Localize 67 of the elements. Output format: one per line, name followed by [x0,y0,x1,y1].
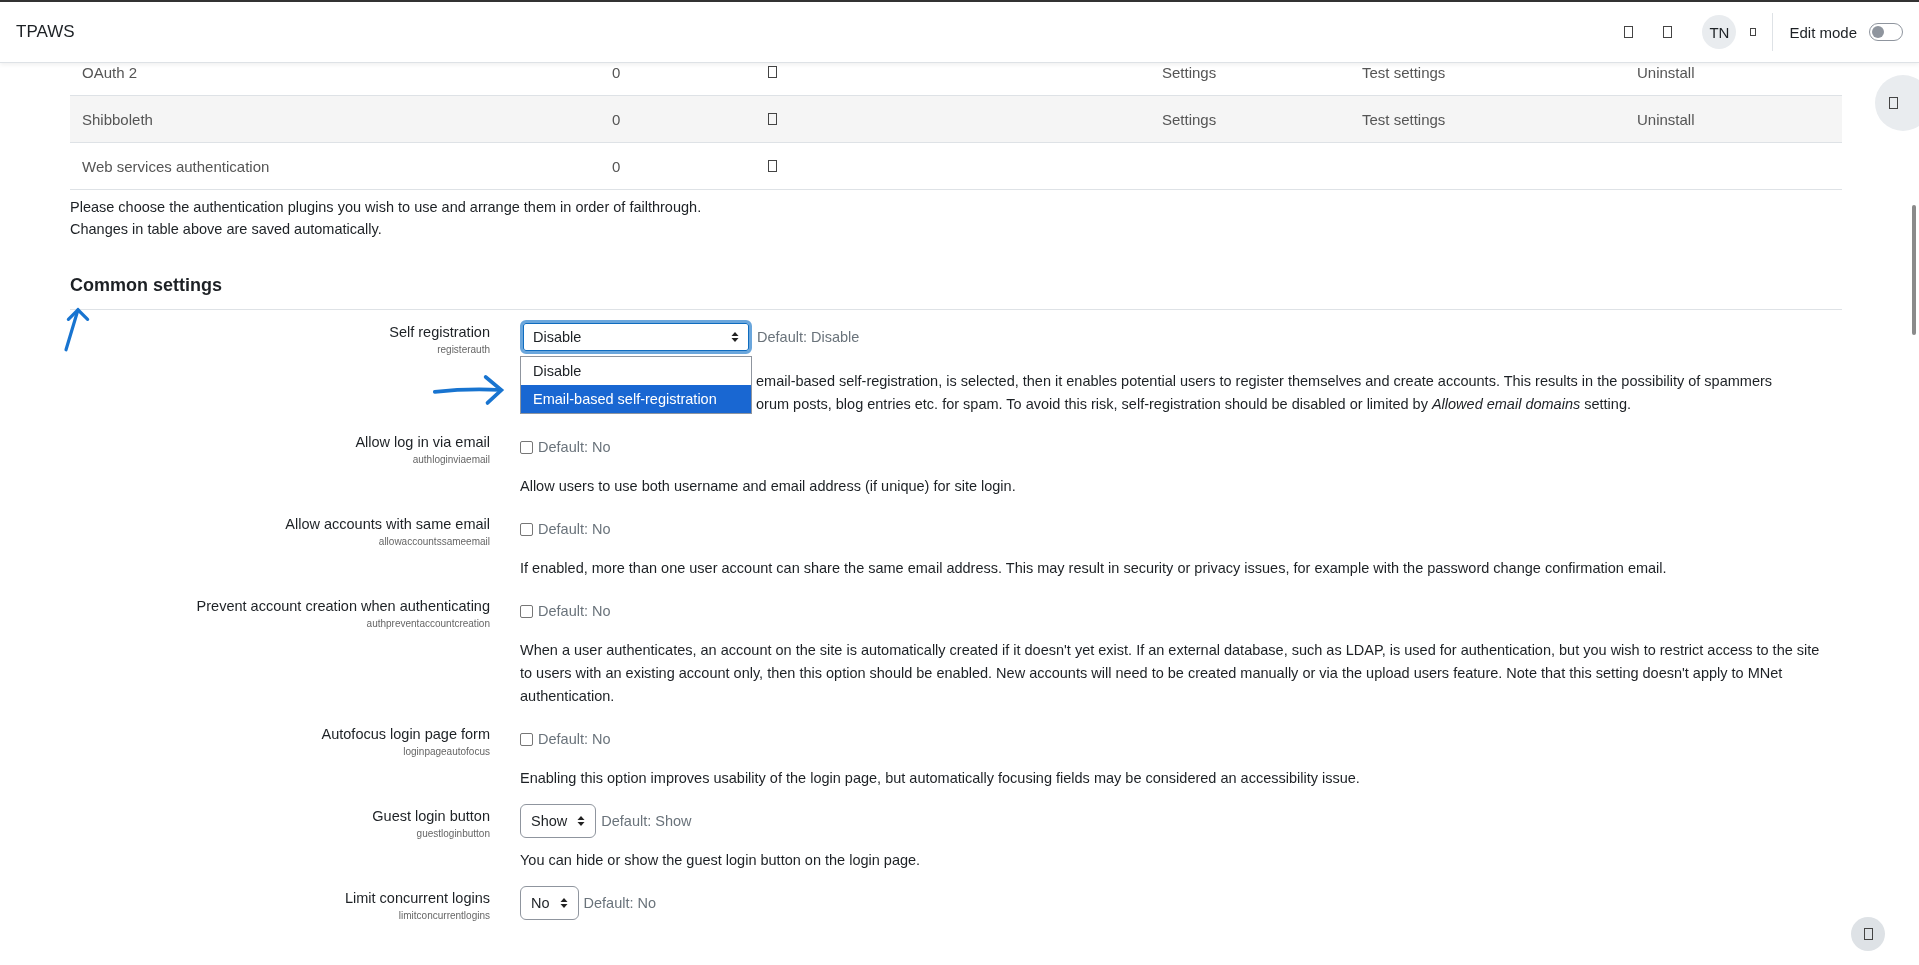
note-text: Changes in table above are saved automatically. [70,220,383,239]
table-cell-text: 0 [612,157,622,175]
settings-link[interactable]: Settings [1162,110,1217,128]
table-cell-text: Web services authentication [82,157,271,175]
test-settings-link[interactable]: Test settings [1362,110,1446,128]
setting-description: If enabled, more than one user account can share the same email address. This may result in security or privacy issues, for example with the password change confirmation email. [520,559,1668,578]
select-field[interactable]: Show [520,804,597,838]
default-value-text: Default: Disable [757,329,860,345]
user-avatar[interactable]: TN [1702,15,1737,49]
setting-description: Allow users to use both username and email address (if unique) for site login. [520,477,1017,496]
uninstall-link[interactable]: Uninstall [1637,63,1695,81]
setting-label: Allow log in via email [355,434,490,450]
edit-mode-toggle[interactable] [1869,23,1903,41]
settings-link[interactable]: Settings [1162,63,1217,81]
table-cell-text: 0 [612,63,622,81]
glyph-box-icon[interactable] [768,112,777,125]
default-value-text: Default: No [583,895,657,911]
checkbox[interactable] [520,604,533,618]
setting-key: authloginviaemail [412,454,490,465]
sort-caret-icon [577,815,586,827]
glyph-box-icon[interactable] [768,65,777,78]
table-cell-text: Shibboleth [82,110,154,128]
setting-label: Allow accounts with same email [285,516,490,532]
uninstall-link[interactable]: Uninstall [1637,110,1695,128]
setting-description: You can hide or show the guest login button on the login page. [520,851,922,870]
default-value-text: Default: No [538,439,611,455]
setting-description: When a user authenticates, an account on the site is automatically created if it doesn't yet exist. If an external database, such as LDAP, is used for authentication, but you wish to restrict access to the site to users with an existing account only, then this option should be enabled. New accounts will need to be created manually or via the upload users feature. Note that this setting doesn't apply to MNet authentication. [520,641,1821,706]
edit-mode-label: Edit mode [1789,23,1857,41]
scrollbar-thumb[interactable] [1912,205,1916,335]
glyph-box-icon[interactable] [768,159,777,172]
setting-label: Limit concurrent logins [344,890,490,906]
setting-label: Guest login button [372,808,490,824]
drawer-toggle-button[interactable] [1875,75,1919,131]
checkbox[interactable] [520,732,533,746]
section-heading: Common settings [70,275,1842,310]
setting-description: email-based self-registration, is selected, then it enables potential users to register themselves and create accounts. This results in the possibility of spammers [756,372,1774,391]
setting-description: Enabling this option improves usability of the login page, but automatically focusing fields may be considered an accessibility issue. [520,769,1361,788]
help-button[interactable] [1851,917,1885,951]
dropdown-option[interactable]: Disable [521,357,751,385]
sort-caret-icon [731,331,739,343]
default-value-text: Default: No [538,731,611,747]
select-field[interactable]: No [520,886,579,920]
glyph-box-icon[interactable] [1663,26,1673,38]
checkbox[interactable] [520,440,533,454]
default-value-text: Default: Show [601,813,692,829]
dropdown-option[interactable]: Email-based self-registration [521,385,751,413]
note-text: Please choose the authentication plugins you wish to use and arrange them in order of failthrough. [70,198,703,217]
setting-key: limitconcurrentlogins [398,910,490,921]
select-field[interactable]: Disable [520,320,752,354]
sort-caret-icon [559,897,568,909]
setting-label: Autofocus login page form [321,726,490,742]
setting-key: authpreventaccountcreation [366,618,490,629]
test-settings-link[interactable]: Test settings [1362,63,1446,81]
setting-label: Prevent account creation when authenticating [196,598,490,614]
table-cell-text: 0 [612,110,622,128]
default-value-text: Default: No [538,521,611,537]
setting-key: loginpageautofocus [403,746,490,757]
setting-key: registerauth [437,344,490,355]
glyph-box-icon[interactable] [1624,26,1634,38]
setting-label: Self registration [389,324,490,340]
checkbox[interactable] [520,522,533,536]
setting-key: guestloginbutton [416,828,490,839]
table-cell-text: OAuth 2 [82,63,139,81]
site-name[interactable]: TPAWS [16,22,75,42]
setting-key: allowaccountssameemail [378,536,490,547]
setting-description: orum posts, blog entries etc. for spam. To avoid this risk, self-registration should be disabled or limited by Allowed email domains setting. [756,395,1632,414]
default-value-text: Default: No [538,603,611,619]
